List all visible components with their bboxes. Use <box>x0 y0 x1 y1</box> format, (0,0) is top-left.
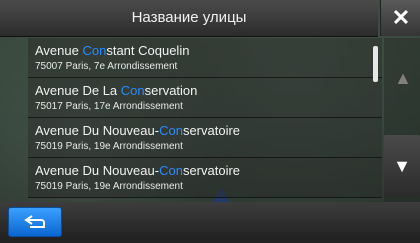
street-name: Avenue Du Nouveau-Conservatoire <box>35 123 241 138</box>
list-item[interactable]: Avenue De La Conservation 75017 Paris, 1… <box>28 78 382 118</box>
street-address: 75007 Paris, 7e Arrondissement <box>35 61 178 72</box>
arrow-up-icon: ▲ <box>394 68 412 88</box>
list-item[interactable]: Avenue Du Nouveau-Conservatoire 75019 Pa… <box>28 118 382 158</box>
street-name: Avenue Constant Coquelin <box>35 43 190 58</box>
street-name: Avenue Du Nouveau-Conservatoire <box>35 163 241 178</box>
footer-bar <box>0 202 420 243</box>
arrow-down-icon: ▼ <box>393 156 411 176</box>
back-button[interactable] <box>8 207 62 237</box>
page-title: Название улицы <box>0 0 378 37</box>
scrollbar-thumb[interactable] <box>373 46 378 82</box>
list-item[interactable]: Avenue Constant Coquelin 75007 Paris, 7e… <box>28 38 382 78</box>
street-list: Avenue Constant Coquelin 75007 Paris, 7e… <box>28 38 382 202</box>
street-address: 75019 Paris, 19e Arrondissement <box>35 181 183 192</box>
scroll-down-button[interactable]: ▼ <box>384 135 420 197</box>
street-name: Avenue De La Conservation <box>35 83 198 98</box>
scroll-up-button[interactable]: ▲ <box>388 58 418 98</box>
close-button[interactable]: ✕ <box>380 0 420 36</box>
back-arrow-icon <box>24 215 45 228</box>
list-item[interactable]: Avenue Du Nouveau-Conservatoire 75019 Pa… <box>28 158 382 198</box>
street-address: 75017 Paris, 17e Arrondissement <box>35 101 183 112</box>
street-address: 75019 Paris, 19e Arrondissement <box>35 141 183 152</box>
